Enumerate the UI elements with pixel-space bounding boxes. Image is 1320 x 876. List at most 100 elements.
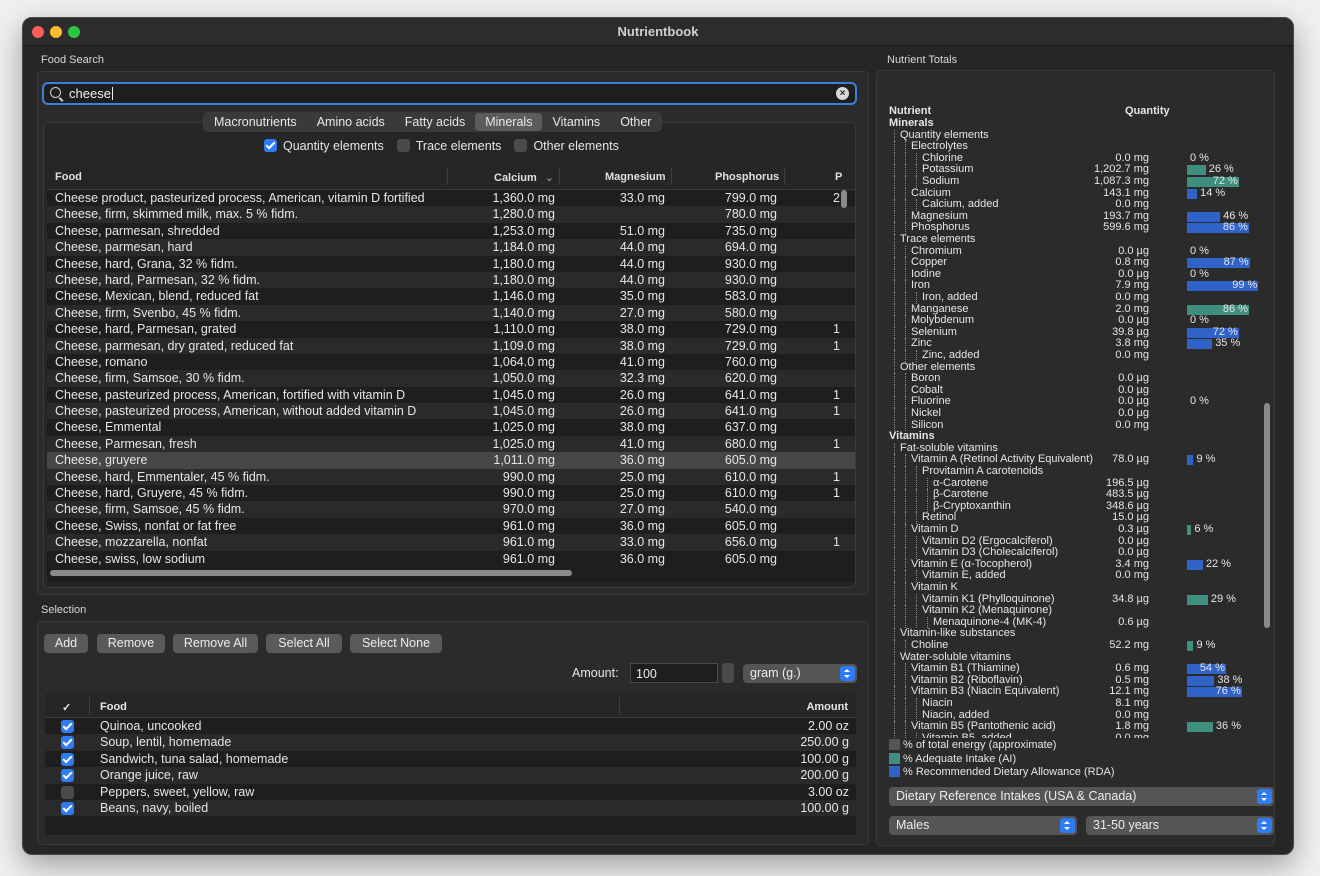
filter-quantity-elements[interactable]: Quantity elements [264, 139, 384, 153]
filter-checkbox[interactable] [514, 139, 528, 152]
include-checkbox[interactable] [61, 785, 74, 799]
nutrient-row-fluorine[interactable]: Fluorine 0.0 µg 0 % [889, 396, 1259, 408]
amount-input[interactable]: 100 [630, 663, 718, 683]
list-item[interactable]: Peppers, sweet, yellow, raw 3.00 oz [45, 784, 856, 800]
nutrient-row-trace-elements[interactable]: Trace elements [889, 233, 1259, 246]
filter-trace-elements[interactable]: Trace elements [396, 139, 501, 153]
table-row[interactable]: Cheese, hard, Gruyere, 45 % fidm. 990.0 m… [47, 485, 855, 501]
include-checkbox[interactable] [61, 801, 74, 815]
nutrient-row-sodium[interactable]: Sodium 1,087.3 mg 72 % [889, 175, 1259, 188]
table-row[interactable]: Cheese, pasteurized process, American, w… [47, 403, 855, 420]
nutrient-row-zinc-added[interactable]: Zinc, added 0.0 mg [889, 349, 1259, 362]
column-header-next[interactable]: P [835, 171, 842, 183]
list-item[interactable]: Sandwich, tuna salad, homemade 100.00 g [45, 751, 856, 767]
filter-checkbox[interactable] [396, 139, 410, 152]
table-row[interactable]: Cheese, parmesan, dry grated, reduced fa… [47, 337, 855, 354]
nutrient-row-vitamin-k[interactable]: Vitamin K [889, 581, 1259, 594]
dri-standard-popup[interactable]: Dietary Reference Intakes (USA & Canada) [889, 787, 1274, 806]
table-row[interactable]: Cheese, hard, Parmesan, grated 1,110.0 mg… [47, 321, 855, 337]
food-table-horizontal-scrollbar[interactable] [50, 570, 572, 576]
include-checkbox[interactable] [61, 752, 74, 766]
filter-other-elements[interactable]: Other elements [514, 139, 619, 153]
add-button[interactable]: Add [44, 634, 88, 653]
list-item[interactable]: Soup, lentil, homemade 250.00 g [45, 734, 856, 751]
remove-all-button[interactable]: Remove All [173, 634, 258, 653]
table-row[interactable]: Cheese product, pasteurized process, Ame… [47, 190, 855, 206]
include-checkbox[interactable] [61, 769, 74, 783]
tab-vitamins[interactable]: Vitamins [542, 113, 610, 131]
column-header-phosphorus[interactable]: Phosphorus [715, 171, 779, 183]
table-row[interactable]: Cheese, firm, Samsoe, 45 % fidm. 970.0 mg… [47, 501, 855, 518]
column-header-food[interactable]: Food [55, 171, 82, 183]
column-header-check[interactable]: ✓ [62, 701, 71, 714]
nutrient-column-header[interactable]: Nutrient [889, 106, 931, 118]
column-header-magnesium[interactable]: Magnesium [605, 171, 666, 183]
table-row[interactable]: Cheese, Mexican, blend, reduced fat 1,146… [47, 288, 855, 304]
nutrient-row-silicon[interactable]: Silicon 0.0 mg [889, 418, 1259, 432]
table-row[interactable]: Cheese, gruyere 1,011.0 mg 36.0 mg 605.0 mg [47, 452, 855, 469]
outline-guide [905, 721, 906, 733]
cell-phosphorus: 656.0 mg [724, 535, 777, 550]
food-table-vertical-scrollbar[interactable] [841, 190, 847, 208]
selection-food: Orange juice, raw [100, 768, 198, 783]
select-all-button[interactable]: Select All [266, 634, 342, 653]
outline-guide [894, 674, 895, 687]
table-row[interactable]: Cheese, firm, Svenbo, 45 % fidm. 1,140.0 … [47, 304, 855, 322]
table-row[interactable]: Cheese, Swiss, nonfat or fat free 961.0 m… [47, 518, 855, 534]
nutrient-row-other-elements[interactable]: Other elements [889, 361, 1259, 374]
amount-label: Amount: [572, 666, 619, 680]
nutrient-row-minerals[interactable]: Minerals [889, 117, 1259, 130]
outline-guide [905, 338, 906, 350]
table-row[interactable]: Cheese, mozzarella, nonfat 961.0 mg 33.0 m… [47, 534, 855, 551]
search-input[interactable]: cheese [69, 86, 113, 101]
nutrient-row-provitamin-a-carotenoids[interactable]: Provitamin A carotenoids [889, 465, 1259, 478]
table-row[interactable]: Cheese, hard, Emmentaler, 45 % fidm. 990.… [47, 468, 855, 486]
table-row[interactable]: Cheese, firm, Samsoe, 30 % fidm. 1,050.0 … [47, 370, 855, 387]
nutrient-row-iodine[interactable]: Iodine 0.0 µg 0 % [889, 268, 1259, 281]
table-row[interactable]: Cheese, parmesan, shredded 1,253.0 mg 51.0… [47, 223, 855, 239]
nutrient-row-iron-added[interactable]: Iron, added 0.0 mg [889, 291, 1259, 304]
table-row[interactable]: Cheese, hard, Parmesan, 32 % fidm. 1,180.… [47, 271, 855, 289]
unit-popup[interactable]: gram (g.) [743, 664, 857, 683]
nutrient-row-vitamin-b5-added[interactable]: Vitamin B5, added 0.0 mg [889, 732, 1259, 738]
nutrient-row-boron[interactable]: Boron 0.0 µg [889, 373, 1259, 385]
tab-macronutrients[interactable]: Macronutrients [204, 113, 307, 131]
tab-other[interactable]: Other [610, 113, 661, 131]
list-item[interactable]: Quinoa, uncooked 2.00 oz [45, 718, 856, 734]
list-item[interactable]: Beans, navy, boiled 100.00 g [45, 799, 856, 817]
nutrient-row-niacin[interactable]: Niacin 8.1 mg [889, 697, 1259, 710]
table-row[interactable]: Cheese, romano 1,064.0 mg 41.0 mg 760.0 mg [47, 354, 855, 370]
include-checkbox[interactable] [61, 720, 74, 733]
table-row[interactable]: Cheese, swiss, low sodium 961.0 mg 36.0 mg… [47, 551, 855, 567]
nutrient-quantity: 0.0 mg [1115, 418, 1149, 431]
select-none-button[interactable]: Select None [350, 634, 442, 653]
amount-stepper[interactable] [722, 663, 734, 683]
tab-minerals[interactable]: Minerals [475, 113, 543, 131]
column-header-calcium[interactable]: Calcium ⌄ [494, 171, 554, 184]
remove-button[interactable]: Remove [97, 634, 165, 653]
table-row[interactable]: Cheese, pasteurized process, American, f… [47, 387, 855, 403]
tab-amino-acids[interactable]: Amino acids [307, 113, 395, 131]
table-row[interactable]: Cheese, Parmesan, fresh 1,025.0 mg 41.0 mg… [47, 435, 855, 453]
clear-search-icon[interactable]: × [836, 87, 849, 100]
quantity-column-header[interactable]: Quantity [1125, 106, 1170, 118]
nutrient-row-vitamin-d[interactable]: Vitamin D 0.3 µg 6 % [889, 523, 1259, 536]
tab-fatty-acids[interactable]: Fatty acids [395, 113, 475, 131]
filter-checkbox[interactable] [264, 139, 277, 152]
nutrient-row-choline[interactable]: Choline 52.2 mg 9 % [889, 639, 1259, 652]
include-checkbox[interactable] [61, 736, 74, 750]
search-field[interactable]: cheese × [42, 82, 857, 105]
table-row[interactable]: Cheese, hard, Grana, 32 % fidm. 1,180.0 m… [47, 256, 855, 272]
table-row[interactable]: Cheese, firm, skimmed milk, max. 5 % fid… [47, 206, 855, 223]
table-row[interactable]: Cheese, Emmental 1,025.0 mg 38.0 mg 637.0 m… [47, 419, 855, 435]
column-header-food[interactable]: Food [100, 701, 127, 713]
nutrient-scrollbar[interactable] [1264, 403, 1270, 628]
sex-popup[interactable]: Males [889, 816, 1077, 835]
nutrient-row-selenium[interactable]: Selenium 39.8 µg 72 % [889, 326, 1259, 339]
list-item[interactable]: Orange juice, raw 200.00 g [45, 767, 856, 784]
nutrient-row-nickel[interactable]: Nickel 0.0 µg [889, 407, 1259, 420]
table-row[interactable]: Cheese, parmesan, hard 1,184.0 mg 44.0 mg 6… [47, 239, 855, 256]
age-popup[interactable]: 31-50 years [1086, 816, 1274, 835]
percent-bar [1187, 722, 1213, 733]
column-header-amount[interactable]: Amount [806, 701, 848, 713]
